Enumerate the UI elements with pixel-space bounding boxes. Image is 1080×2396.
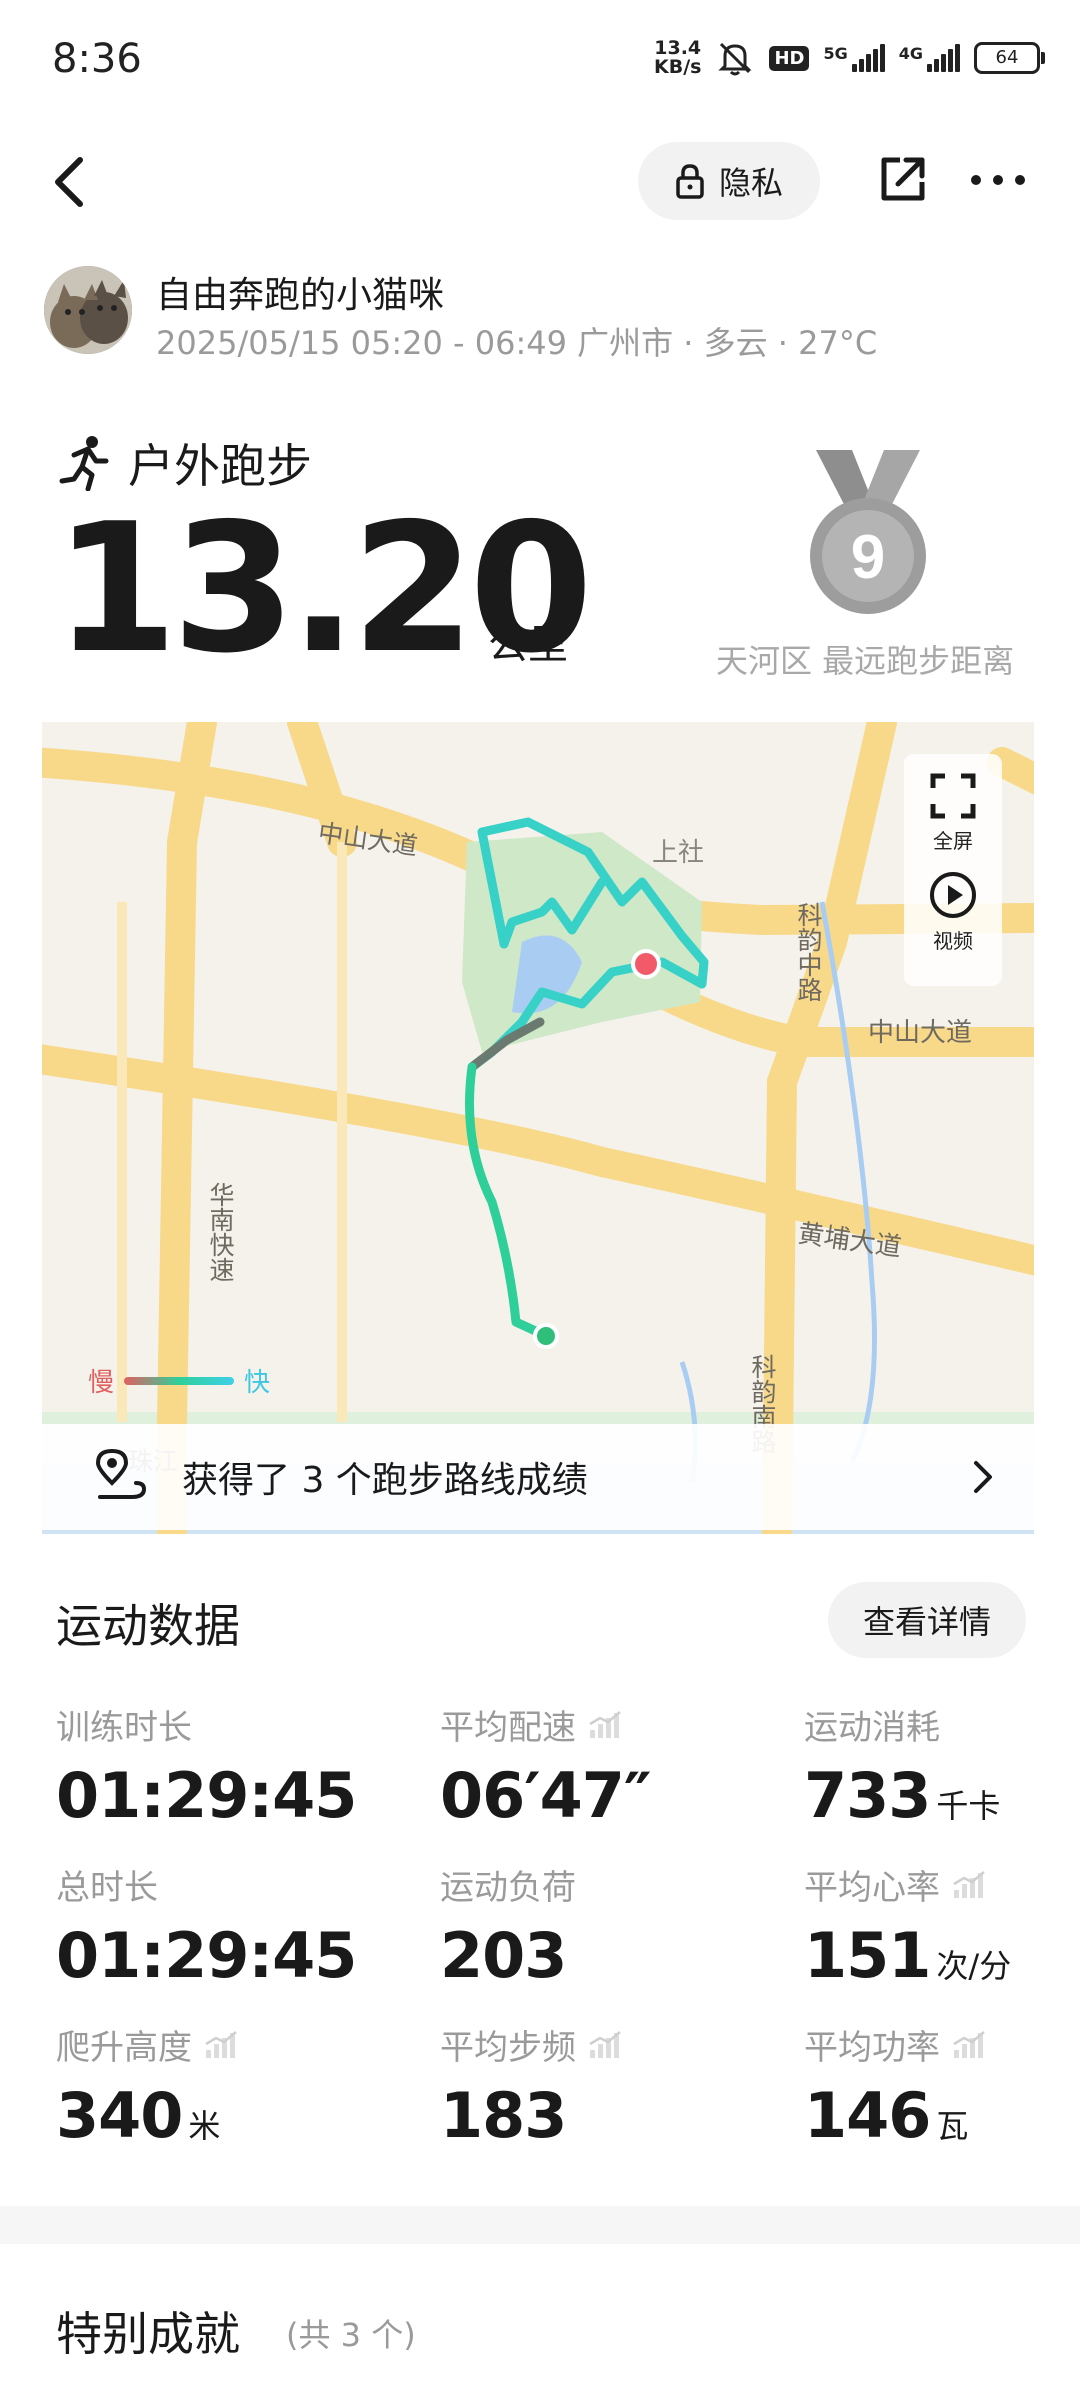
activity-meta: 2025/05/15 05:20 - 06:49 广州市 · 多云 · 27°C xyxy=(156,324,878,362)
map-label-keyun-n: 科韵中路 xyxy=(794,902,823,1002)
medal-label: 天河区 最远跑步距离 xyxy=(716,642,1015,680)
map-controls: 全屏 视频 xyxy=(904,754,1002,986)
stat-item: 训练时长 01:29:45 xyxy=(56,1700,357,1832)
map-label-huanan: 华南快速 xyxy=(206,1182,235,1282)
stat-item: 平均步频 183 xyxy=(440,2020,622,2152)
cat-avatar-image xyxy=(44,266,132,354)
route-end-dot xyxy=(631,949,661,979)
stat-unit: 米 xyxy=(188,2107,221,2145)
stat-item: 平均心率 151 次/分 xyxy=(804,1860,1011,1992)
route-achievement-text: 获得了 3 个跑步路线成绩 xyxy=(182,1460,588,1501)
stat-value: 340 xyxy=(56,2079,183,2152)
running-icon xyxy=(59,436,109,491)
battery-icon: 64 xyxy=(974,42,1045,74)
route-start-dot xyxy=(533,1323,559,1349)
route-achievement-row[interactable]: 获得了 3 个跑步路线成绩 xyxy=(42,1424,1034,1530)
stat-label: 运动负荷 xyxy=(440,1868,576,1908)
stat-value: 01:29:45 xyxy=(56,1919,357,1992)
achievements-title: 特别成就 xyxy=(56,2307,240,2361)
back-button[interactable] xyxy=(46,152,96,212)
view-details-button[interactable]: 查看详情 xyxy=(828,1582,1026,1658)
video-button[interactable]: 视频 xyxy=(904,854,1002,954)
stat-value: 183 xyxy=(440,2079,567,2152)
legend-fast-label: 快 xyxy=(244,1368,271,1398)
fullscreen-button[interactable]: 全屏 xyxy=(904,754,1002,854)
signal-4g-icon: 4G xyxy=(899,44,960,72)
status-icons: 13.4 KB/s HD 5G 4G 64 xyxy=(653,37,1045,78)
trend-chart-icon xyxy=(589,2030,621,2058)
more-dots-icon xyxy=(971,175,1025,185)
share-button[interactable] xyxy=(876,152,930,206)
stat-item: 平均功率 146 瓦 xyxy=(804,2020,986,2152)
stat-item: 平均配速 06′47″ xyxy=(440,1700,652,1832)
avatar[interactable] xyxy=(44,266,132,354)
pace-legend: 慢 快 xyxy=(88,1362,270,1399)
achievements-count: (共 3 个) xyxy=(286,2316,416,2354)
stat-value: 06′47″ xyxy=(440,1759,652,1832)
legend-slow-label: 慢 xyxy=(88,1368,115,1398)
stat-item: 爬升高度 340 米 xyxy=(56,2020,238,2152)
medal-icon: 9 xyxy=(810,450,926,614)
medal-badge[interactable]: 9 xyxy=(808,450,928,620)
mute-bell-icon xyxy=(718,42,753,76)
stat-value: 203 xyxy=(440,1919,567,1992)
hd-icon: HD xyxy=(769,45,810,71)
legend-gradient-bar xyxy=(124,1376,235,1385)
stat-label: 运动消耗 xyxy=(804,1708,940,1748)
fullscreen-icon xyxy=(930,773,976,819)
stat-item: 运动消耗 733 千卡 xyxy=(804,1700,1000,1832)
stat-value: 01:29:45 xyxy=(56,1759,357,1832)
stat-unit: 瓦 xyxy=(936,2107,969,2145)
lock-icon xyxy=(676,164,704,199)
more-button[interactable] xyxy=(968,170,1028,190)
privacy-label: 隐私 xyxy=(718,164,783,202)
trend-chart-icon xyxy=(205,2030,237,2058)
map-canvas xyxy=(42,722,1034,1534)
map-label-shangshe: 上社 xyxy=(652,838,705,868)
svg-text:9: 9 xyxy=(851,523,885,592)
stat-label: 平均步频 xyxy=(440,2028,576,2068)
signal-5g-icon: 5G xyxy=(823,44,885,72)
stat-item: 总时长 01:29:45 xyxy=(56,1860,357,1992)
chevron-left-icon xyxy=(55,157,83,207)
stat-label: 总时长 xyxy=(56,1868,158,1908)
stat-label: 爬升高度 xyxy=(56,2028,192,2068)
route-map[interactable]: 中山大道 上社 科韵中路 中山大道 华南快速 黄埔大道 科韵南路 珠江 全屏 视… xyxy=(42,722,1034,1534)
section-divider xyxy=(0,2206,1080,2244)
stat-value: 733 xyxy=(804,1759,931,1832)
distance-unit: 公里 xyxy=(488,622,568,668)
stats-title: 运动数据 xyxy=(56,1599,240,1653)
stat-label: 平均功率 xyxy=(804,2028,940,2068)
stat-label: 训练时长 xyxy=(56,1708,192,1748)
route-pin-icon xyxy=(95,1449,147,1499)
map-label-zhongshan-e: 中山大道 xyxy=(868,1018,973,1048)
privacy-button[interactable]: 隐私 xyxy=(638,142,820,220)
stat-item: 运动负荷 203 xyxy=(440,1860,576,1992)
username: 自由奔跑的小猫咪 xyxy=(156,275,445,316)
fullscreen-label: 全屏 xyxy=(933,829,973,853)
stat-value: 151 xyxy=(804,1919,931,1992)
stat-label: 平均配速 xyxy=(440,1708,576,1748)
share-icon xyxy=(881,157,925,201)
play-icon xyxy=(930,872,976,918)
trend-chart-icon xyxy=(953,1870,985,1898)
status-time: 8:36 xyxy=(52,36,142,82)
trend-chart-icon xyxy=(953,2030,985,2058)
stat-unit: 千卡 xyxy=(936,1787,1001,1825)
stat-value: 146 xyxy=(804,2079,931,2152)
stat-unit: 次/分 xyxy=(936,1947,1012,1985)
chevron-right-icon xyxy=(974,1461,992,1493)
trend-chart-icon xyxy=(589,1710,621,1738)
stat-label: 平均心率 xyxy=(804,1868,940,1908)
net-speed: 13.4 KB/s xyxy=(653,37,702,78)
video-label: 视频 xyxy=(933,929,973,953)
